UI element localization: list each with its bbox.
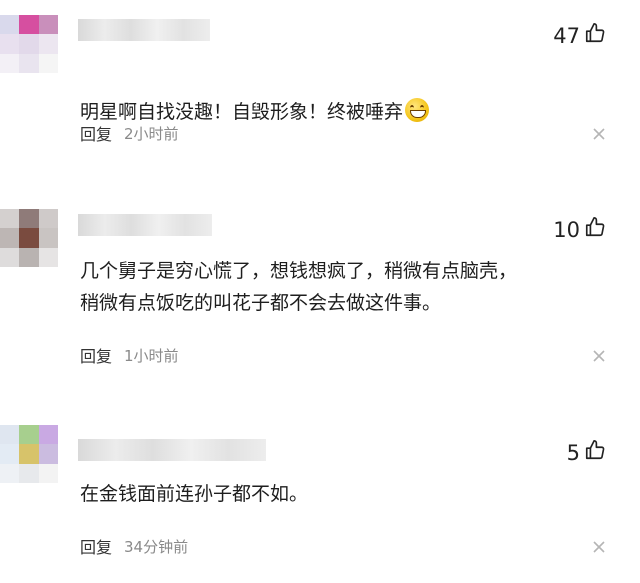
comment-meta: 回复 34分钟前 (80, 534, 188, 558)
like-button[interactable]: 47 (553, 22, 606, 49)
comment-text: 在金钱面前连孙子都不如。 (80, 483, 309, 505)
avatar[interactable] (0, 209, 58, 267)
avatar-pixel (38, 425, 58, 445)
grinning-face-icon (405, 98, 430, 122)
avatar-pixel (19, 228, 39, 248)
username-blurred[interactable] (78, 19, 210, 41)
avatar-pixel (0, 247, 20, 267)
avatar-pixel (0, 53, 20, 73)
thumbs-up-icon (584, 216, 606, 243)
avatar-pixel (38, 209, 58, 229)
avatar-pixel (19, 15, 39, 35)
avatar-pixel (38, 463, 58, 483)
close-icon[interactable] (592, 126, 606, 140)
thumbs-up-icon (584, 439, 606, 466)
username-blurred[interactable] (78, 439, 266, 461)
timestamp: 2小时前 (124, 124, 179, 143)
avatar-pixel (0, 209, 20, 229)
avatar-pixel (0, 425, 20, 445)
avatar-pixel (38, 34, 58, 54)
avatar-pixel (19, 425, 39, 445)
like-count: 5 (566, 440, 580, 465)
like-button[interactable]: 5 (567, 439, 606, 466)
avatar-pixel (0, 444, 20, 464)
avatar-pixel (0, 463, 20, 483)
avatar-pixel (19, 209, 39, 229)
comment-text: 几个舅子是穷心慌了，想钱想疯了，稍微有点脑壳， 稍微有点饭吃的叫花子都不会去做这… (80, 260, 518, 314)
avatar-pixel (38, 444, 58, 464)
avatar-pixel (0, 34, 20, 54)
like-button[interactable]: 10 (553, 216, 606, 243)
timestamp: 34分钟前 (124, 537, 189, 556)
avatar-pixel (19, 53, 39, 73)
reply-button[interactable]: 回复 (80, 534, 112, 558)
timestamp: 1小时前 (124, 346, 179, 365)
avatar-pixel (38, 247, 58, 267)
avatar-pixel (0, 15, 20, 35)
avatar-pixel (0, 228, 20, 248)
avatar[interactable] (0, 425, 58, 483)
like-count: 10 (553, 217, 580, 242)
avatar-pixel (19, 34, 39, 54)
avatar-pixel (38, 53, 58, 73)
close-icon[interactable] (592, 539, 606, 553)
reply-button[interactable]: 回复 (80, 121, 112, 145)
comment-meta: 回复 2小时前 (80, 121, 179, 145)
comment-text: 明星啊自找没趣！自毁形象！终被唾弃 (80, 64, 620, 128)
like-count: 47 (553, 23, 580, 48)
thumbs-up-icon (584, 22, 606, 49)
close-icon[interactable] (592, 348, 606, 362)
username-blurred[interactable] (78, 214, 212, 236)
avatar-pixel (38, 15, 58, 35)
comment-meta: 回复 1小时前 (80, 343, 179, 367)
reply-button[interactable]: 回复 (80, 343, 112, 367)
avatar-pixel (38, 228, 58, 248)
avatar[interactable] (0, 15, 58, 73)
avatar-pixel (19, 247, 39, 267)
avatar-pixel (19, 463, 39, 483)
avatar-pixel (19, 444, 39, 464)
